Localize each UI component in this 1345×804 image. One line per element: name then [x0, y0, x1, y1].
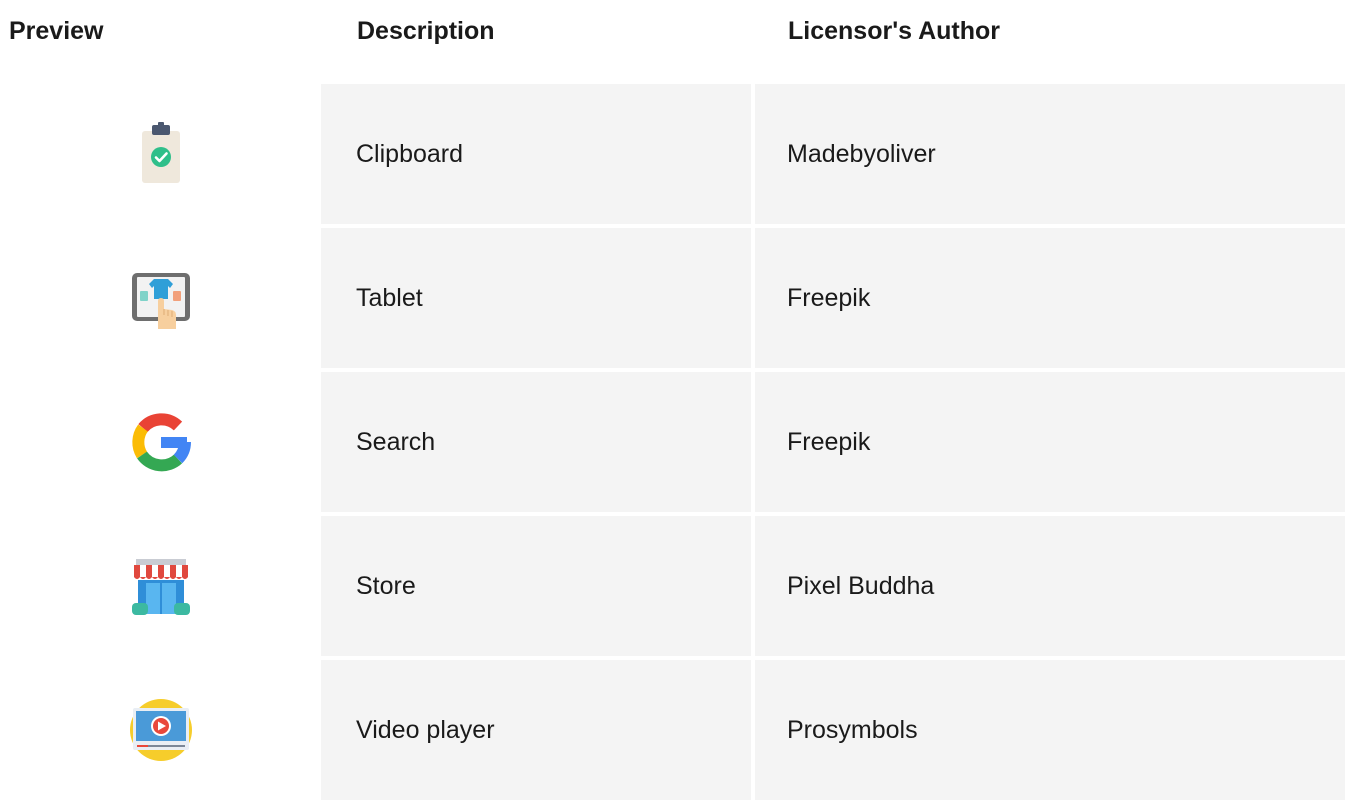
- table-row: Search Freepik: [0, 372, 1345, 512]
- description-cell: Search: [321, 372, 751, 512]
- description-cell: Store: [321, 516, 751, 656]
- store-icon: [131, 559, 190, 615]
- google-search-icon: [131, 413, 191, 472]
- author-cell: Freepik: [755, 372, 1345, 512]
- author-text: Freepik: [787, 284, 871, 312]
- video-player-icon: [129, 699, 192, 761]
- author-text: Pixel Buddha: [787, 572, 935, 600]
- table-header: Preview Description Licensor's Author: [0, 0, 1345, 62]
- preview-cell: [0, 660, 321, 800]
- author-cell: Freepik: [755, 228, 1345, 368]
- description-text: Store: [356, 572, 416, 600]
- description-text: Search: [356, 428, 436, 456]
- description-text: Clipboard: [356, 140, 464, 168]
- header-description: Description: [357, 17, 495, 45]
- description-cell: Clipboard: [321, 84, 751, 224]
- header-author: Licensor's Author: [788, 17, 1000, 45]
- preview-cell: [0, 516, 321, 656]
- table-row: Video player Prosymbols: [0, 660, 1345, 800]
- license-table: Preview Description Licensor's Author Cl…: [0, 0, 1345, 800]
- author-text: Madebyoliver: [787, 140, 936, 168]
- author-text: Prosymbols: [787, 716, 918, 744]
- preview-cell: [0, 372, 321, 512]
- preview-cell: [0, 228, 321, 368]
- author-cell: Madebyoliver: [755, 84, 1345, 224]
- author-cell: Prosymbols: [755, 660, 1345, 800]
- table-row: Clipboard Madebyoliver: [0, 84, 1345, 224]
- description-cell: Tablet: [321, 228, 751, 368]
- table-row: Store Pixel Buddha: [0, 516, 1345, 656]
- description-text: Video player: [356, 716, 495, 744]
- description-cell: Video player: [321, 660, 751, 800]
- author-cell: Pixel Buddha: [755, 516, 1345, 656]
- tablet-icon: [131, 273, 190, 329]
- description-text: Tablet: [356, 284, 423, 312]
- author-text: Freepik: [787, 428, 871, 456]
- preview-cell: [0, 84, 321, 224]
- table-body: Clipboard Madebyoliver Tablet Freepik Se…: [0, 84, 1345, 804]
- clipboard-icon: [141, 122, 180, 183]
- header-preview: Preview: [9, 17, 104, 45]
- table-row: Tablet Freepik: [0, 228, 1345, 368]
